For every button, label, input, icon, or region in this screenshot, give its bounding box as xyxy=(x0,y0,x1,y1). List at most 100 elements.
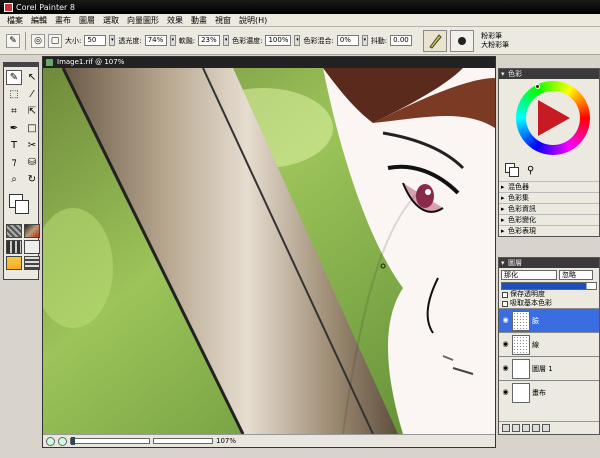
title-bar: Corel Painter 8 xyxy=(0,0,600,14)
hue-ring[interactable] xyxy=(516,81,590,155)
dropper-icon[interactable]: ⁊ xyxy=(6,155,22,170)
composite-method-select[interactable]: 那化 xyxy=(501,270,557,280)
layer-row[interactable]: ◉ 臉 xyxy=(499,308,599,332)
scissors-icon[interactable]: ✂ xyxy=(24,138,40,153)
layer-row[interactable]: ◉ 畫布 xyxy=(499,380,599,404)
preserve-transparency-option[interactable]: 保存透明度 xyxy=(499,290,599,299)
visibility-eye-icon[interactable]: ◉ xyxy=(501,340,510,349)
saturation-triangle[interactable] xyxy=(538,100,570,136)
paper-selector-icon[interactable] xyxy=(6,224,22,238)
nozzle-selector-icon[interactable] xyxy=(24,256,40,270)
additional-color-swatch[interactable] xyxy=(15,200,29,214)
bleed-field[interactable]: 0% xyxy=(336,35,359,46)
preserve-transparency-checkbox[interactable] xyxy=(502,291,508,298)
rect-select-icon[interactable]: ⬚ xyxy=(6,87,22,102)
section-color-info[interactable]: 色彩資訊 xyxy=(499,203,599,214)
new-layer-icon[interactable] xyxy=(522,424,530,432)
document-title-bar[interactable]: Image1.rif @ 107% xyxy=(43,57,495,68)
softness-field[interactable]: 23% xyxy=(198,35,221,46)
bleed-spinner[interactable]: ▾ xyxy=(361,35,368,46)
selection-adjuster-icon[interactable]: ⇱ xyxy=(24,104,40,119)
delete-layer-icon[interactable] xyxy=(542,424,550,432)
size-field[interactable]: 50 xyxy=(84,35,107,46)
rotate-page-icon[interactable]: ↻ xyxy=(24,172,40,187)
menu-movie[interactable]: 動畫 xyxy=(187,15,211,26)
section-color-sets[interactable]: 色彩集 xyxy=(499,192,599,203)
section-color-variability[interactable]: 色彩變化 xyxy=(499,214,599,225)
crop-icon[interactable]: ⌗ xyxy=(6,104,22,119)
section-mixer[interactable]: 混色器 xyxy=(499,181,599,192)
document-title: Image1.rif @ 107% xyxy=(57,58,125,66)
pattern-selector-icon[interactable] xyxy=(6,240,22,254)
brush-tool-icon[interactable]: ✎ xyxy=(6,70,22,85)
menu-canvas[interactable]: 畫布 xyxy=(51,15,75,26)
layers-panel-header[interactable]: 圖層 xyxy=(499,258,599,268)
grid-icon[interactable] xyxy=(46,436,55,446)
size-spinner[interactable]: ▾ xyxy=(109,35,116,46)
menu-edit[interactable]: 編輯 xyxy=(27,15,51,26)
horizontal-scrollbar[interactable] xyxy=(153,438,213,444)
look-selector-icon[interactable] xyxy=(6,256,22,270)
brush-category-selector[interactable] xyxy=(423,29,448,52)
composite-option-select[interactable]: 忽略 xyxy=(559,270,593,280)
resaturation-label: 色彩濃度: xyxy=(232,36,263,45)
layer-mask-icon[interactable] xyxy=(532,424,540,432)
menu-select[interactable]: 選取 xyxy=(99,15,123,26)
weave-selector-icon[interactable] xyxy=(24,240,40,254)
text-icon[interactable]: T xyxy=(6,138,22,153)
paint-bucket-icon[interactable]: ⛁ xyxy=(24,155,40,170)
tracing-icon[interactable] xyxy=(58,436,67,446)
menu-shapes[interactable]: 向量圖形 xyxy=(123,15,163,26)
visibility-eye-icon[interactable]: ◉ xyxy=(501,316,510,325)
opacity-field[interactable]: 74% xyxy=(144,35,167,46)
menu-layers[interactable]: 圖層 xyxy=(75,15,99,26)
dab-type-icon[interactable]: ▢ xyxy=(48,33,62,48)
resaturation-spinner[interactable]: ▾ xyxy=(294,35,301,46)
color-panel-header[interactable]: 色彩 xyxy=(499,69,599,79)
layer-name: 線 xyxy=(532,340,539,349)
magic-wand-icon[interactable]: ⁄ xyxy=(24,87,40,102)
menu-file[interactable]: 檔案 xyxy=(3,15,27,26)
section-color-expression[interactable]: 色彩表現 xyxy=(499,225,599,236)
layer-thumbnail xyxy=(512,334,530,355)
softness-spinner[interactable]: ▾ xyxy=(223,35,230,46)
brush-tool-icon[interactable]: ✎ xyxy=(6,33,20,48)
rectangle-shape-icon[interactable]: □ xyxy=(24,121,40,136)
visibility-eye-icon[interactable]: ◉ xyxy=(501,388,510,397)
pen-icon[interactable]: ✒ xyxy=(6,121,22,136)
resaturation-field[interactable]: 100% xyxy=(265,35,292,46)
pick-up-underlying-checkbox[interactable] xyxy=(502,300,508,307)
layer-commands-icon[interactable] xyxy=(502,424,510,432)
layer-adjuster-icon[interactable]: ↖ xyxy=(24,70,40,85)
visibility-eye-icon[interactable]: ◉ xyxy=(501,364,510,373)
jitter-field[interactable]: 0.00 xyxy=(390,35,413,46)
layer-name: 圖層 1 xyxy=(532,364,553,373)
toolbox: ✎ ↖ ⬚ ⁄ ⌗ ⇱ ✒ □ T ✂ ⁊ ⛁ ⌕ ↻ xyxy=(3,62,40,280)
clone-color-icon[interactable]: ⚲ xyxy=(527,165,534,176)
canvas[interactable] xyxy=(43,68,495,434)
menu-bar: 檔案 編輯 畫布 圖層 選取 向量圖形 效果 動畫 視窗 說明(H) xyxy=(0,14,600,27)
layer-thumbnail xyxy=(512,382,530,403)
color-wheel[interactable] xyxy=(499,79,599,161)
menu-help[interactable]: 說明(H) xyxy=(235,15,271,26)
reset-tool-icon[interactable]: ◎ xyxy=(31,33,45,48)
menu-window[interactable]: 視窗 xyxy=(211,15,235,26)
layer-row[interactable]: ◉ 圖層 1 xyxy=(499,356,599,380)
gradient-selector-icon[interactable] xyxy=(24,224,40,238)
brush-names: 粉彩筆 大粉彩筆 xyxy=(481,32,509,50)
hue-indicator[interactable] xyxy=(535,84,540,89)
layer-controls: 那化 忽略 xyxy=(499,268,599,282)
additional-color-chip[interactable] xyxy=(509,167,519,177)
brush-variant-selector[interactable] xyxy=(450,29,475,52)
color-swatches[interactable] xyxy=(6,192,36,220)
menu-effects[interactable]: 效果 xyxy=(163,15,187,26)
zoom-knob[interactable] xyxy=(71,437,75,445)
zoom-slider[interactable] xyxy=(70,437,150,445)
dynamic-plugins-icon[interactable] xyxy=(512,424,520,432)
opacity-slider[interactable] xyxy=(501,282,597,290)
opacity-spinner[interactable]: ▾ xyxy=(169,35,176,46)
document-icon xyxy=(46,59,53,66)
pick-up-underlying-option[interactable]: 吸取基本色彩 xyxy=(499,299,599,308)
layer-row[interactable]: ◉ 線 xyxy=(499,332,599,356)
magnifier-icon[interactable]: ⌕ xyxy=(6,172,22,187)
